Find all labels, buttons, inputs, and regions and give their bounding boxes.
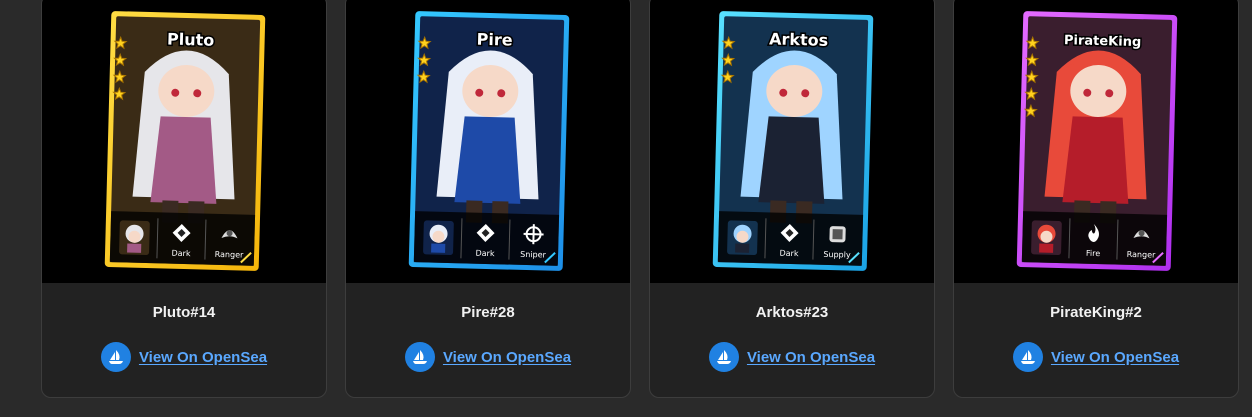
element-label: Dark (171, 249, 191, 259)
view-on-opensea-label: View On OpenSea (746, 348, 876, 366)
character-portrait (1031, 220, 1062, 256)
role-label: Ranger (215, 250, 245, 260)
opensea-icon (708, 342, 739, 372)
view-on-opensea-link[interactable]: View On OpenSea (42, 342, 326, 372)
view-on-opensea-link[interactable]: View On OpenSea (346, 342, 630, 372)
character-portrait (727, 220, 758, 256)
nft-card-image[interactable]: PirateKing Fire Ranger (954, 0, 1238, 283)
element-label: Fire (1086, 249, 1101, 258)
nft-name: Pire#28 (461, 304, 515, 321)
card-art-title: Pluto (167, 29, 215, 49)
nft-card[interactable]: Arktos Dark Supply Arktos#23 View On Ope… (649, 0, 935, 398)
view-on-opensea-link[interactable]: View On OpenSea (650, 342, 934, 372)
nft-name: Arktos#23 (755, 304, 829, 321)
nft-card[interactable]: PirateKing Fire Ranger PirateKing#2 View… (953, 0, 1239, 398)
nft-card[interactable]: Pire Dark Sniper Pire#28 View On OpenSea (345, 0, 631, 398)
role-label: Supply (823, 250, 851, 260)
supply-class-icon (829, 226, 846, 243)
nft-card-image[interactable]: Pluto Dark Ranger (42, 0, 326, 283)
element-label: Dark (779, 249, 799, 259)
element-label: Dark (475, 249, 495, 259)
view-on-opensea-label: View On OpenSea (138, 348, 268, 366)
nft-card-image[interactable]: Arktos Dark Supply (650, 0, 934, 283)
role-label: Sniper (520, 250, 547, 260)
nft-name: PirateKing#2 (1050, 304, 1142, 321)
view-on-opensea-link[interactable]: View On OpenSea (954, 342, 1238, 372)
opensea-icon (100, 342, 131, 372)
nft-name: Pluto#14 (152, 304, 216, 321)
nft-card[interactable]: Pluto Dark Ranger Pluto#14 View On OpenS… (41, 0, 327, 398)
card-art-title: Pire (476, 30, 513, 50)
card-art-title: Arktos (769, 29, 829, 50)
character-portrait (423, 220, 454, 256)
nft-card-grid: Pluto Dark Ranger Pluto#14 View On OpenS… (0, 0, 1252, 417)
character-portrait (119, 220, 150, 256)
opensea-icon (1012, 342, 1043, 372)
nft-card-image[interactable]: Pire Dark Sniper (346, 0, 630, 283)
card-art-title: PirateKing (1064, 33, 1142, 50)
view-on-opensea-label: View On OpenSea (442, 348, 572, 366)
role-label: Ranger (1127, 250, 1157, 260)
view-on-opensea-label: View On OpenSea (1050, 348, 1180, 366)
opensea-icon (404, 342, 435, 372)
